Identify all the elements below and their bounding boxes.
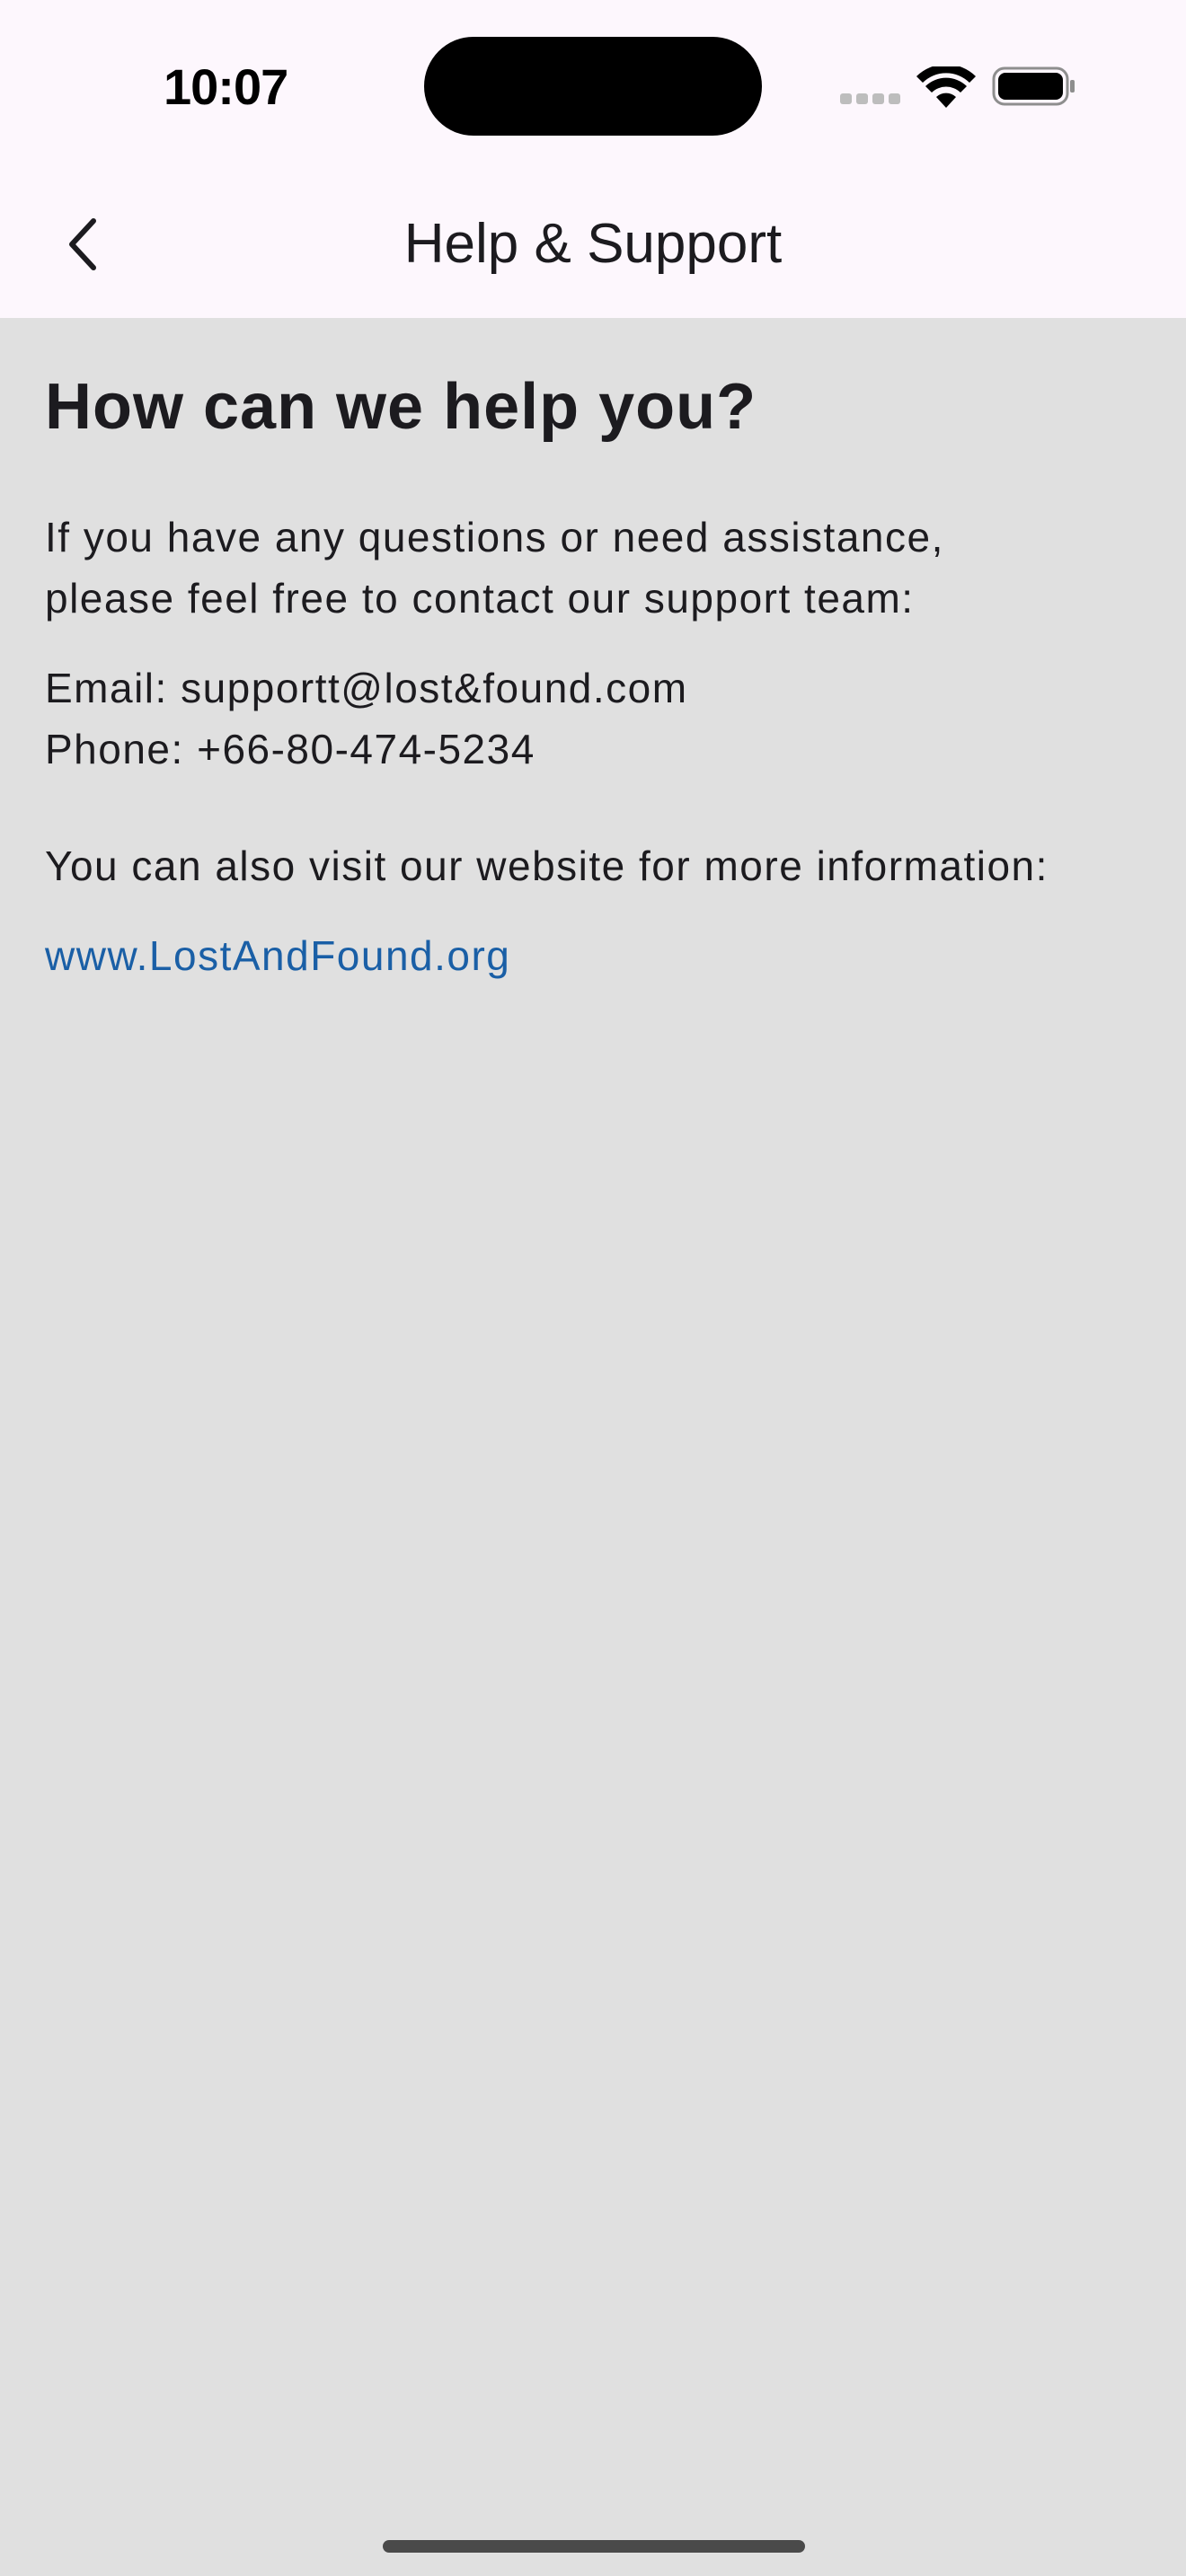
intro-text: If you have any questions or need assist… bbox=[45, 507, 944, 629]
website-link[interactable]: www.LostAndFound.org bbox=[45, 925, 510, 986]
home-indicator[interactable] bbox=[383, 2540, 805, 2553]
back-button[interactable] bbox=[45, 207, 120, 282]
app-bar: Help & Support bbox=[0, 171, 1186, 318]
page-title: Help & Support bbox=[403, 213, 783, 275]
chevron-left-icon bbox=[69, 218, 96, 270]
help-heading: How can we help you? bbox=[45, 371, 757, 443]
status-time: 10:07 bbox=[164, 58, 288, 115]
status-bar: 10:07 bbox=[0, 0, 1186, 171]
support-email: Email: supportt@lost&found.com bbox=[45, 665, 688, 711]
battery-icon bbox=[992, 66, 1075, 106]
support-phone: Phone: +66-80-474-5234 bbox=[45, 726, 535, 772]
cellular-signal-icon bbox=[840, 93, 901, 104]
dynamic-island bbox=[424, 37, 762, 136]
intro-line-1: If you have any questions or need assist… bbox=[45, 514, 944, 560]
wifi-icon bbox=[916, 66, 976, 108]
intro-line-2: please feel free to contact our support … bbox=[45, 575, 915, 622]
website-intro-text: You can also visit our website for more … bbox=[45, 842, 1049, 889]
